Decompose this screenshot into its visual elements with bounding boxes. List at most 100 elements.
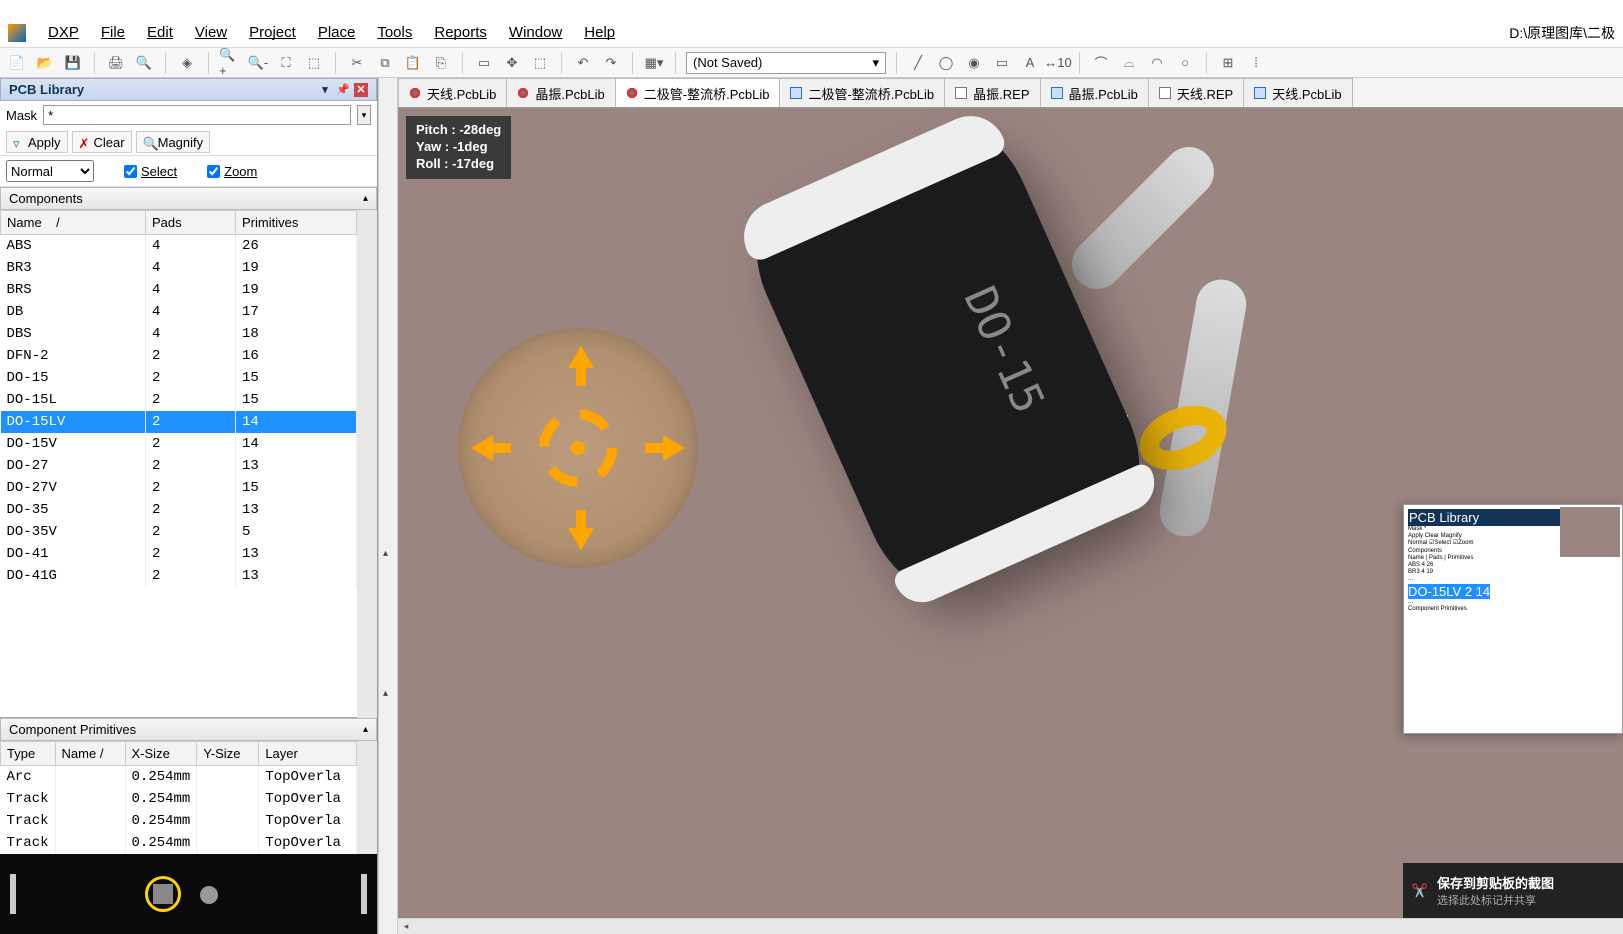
table-row[interactable]: ABS426 bbox=[1, 235, 357, 258]
apply-button[interactable]: ▿Apply bbox=[6, 131, 68, 153]
document-tab[interactable]: 晶振.REP bbox=[944, 78, 1040, 107]
new-icon[interactable]: 📄 bbox=[6, 52, 28, 74]
table-row[interactable]: DO-35V25 bbox=[1, 521, 357, 543]
col-pname[interactable]: Name / bbox=[55, 742, 125, 766]
menu-project[interactable]: Project bbox=[249, 24, 296, 41]
menu-tools[interactable]: Tools bbox=[377, 24, 412, 41]
undo-icon[interactable]: ↶ bbox=[572, 52, 594, 74]
snapshot-dropdown[interactable]: (Not Saved)▾ bbox=[686, 52, 886, 74]
menu-window[interactable]: Window bbox=[509, 24, 562, 41]
col-layer[interactable]: Layer bbox=[259, 742, 357, 766]
table-row[interactable]: DFN-2216 bbox=[1, 345, 357, 367]
table-row[interactable]: BR3419 bbox=[1, 257, 357, 279]
copy-icon[interactable]: ⧉ bbox=[374, 52, 396, 74]
document-tab[interactable]: 二极管-整流桥.PcbLib bbox=[779, 78, 945, 107]
deselect-icon[interactable]: ⬚ bbox=[529, 52, 551, 74]
col-xsize[interactable]: X-Size bbox=[125, 742, 197, 766]
orientation-hud: Pitch : -28deg Yaw : -1deg Roll : -17deg bbox=[406, 116, 511, 179]
3d-viewport[interactable]: Pitch : -28deg Yaw : -1deg Roll : -17deg bbox=[398, 108, 1623, 918]
circle-tool-icon[interactable]: ◯ bbox=[935, 52, 957, 74]
panel-close-icon[interactable]: ✕ bbox=[354, 83, 368, 97]
preview-icon[interactable]: 🔍 bbox=[133, 52, 155, 74]
save-icon[interactable]: 💾 bbox=[62, 52, 84, 74]
table-row[interactable]: DO-15215 bbox=[1, 367, 357, 389]
cut-icon[interactable]: ✂ bbox=[346, 52, 368, 74]
arc3-icon[interactable]: ◠ bbox=[1146, 52, 1168, 74]
line-tool-icon[interactable]: ╱ bbox=[907, 52, 929, 74]
table-row[interactable]: DO-15L215 bbox=[1, 389, 357, 411]
menu-edit[interactable]: Edit bbox=[147, 24, 173, 41]
menu-view[interactable]: View bbox=[195, 24, 227, 41]
menu-place[interactable]: Place bbox=[318, 24, 356, 41]
document-tab[interactable]: 晶振.PcbLib bbox=[1040, 78, 1149, 107]
select-checkbox[interactable]: Select bbox=[124, 164, 177, 179]
col-ysize[interactable]: Y-Size bbox=[197, 742, 259, 766]
table-row[interactable]: DO-41213 bbox=[1, 543, 357, 565]
table-row[interactable]: Track0.254mmTopOverla bbox=[1, 810, 357, 832]
cube-icon[interactable]: ◈ bbox=[176, 52, 198, 74]
menu-reports[interactable]: Reports bbox=[434, 24, 487, 41]
document-tab[interactable]: 晶振.PcbLib bbox=[506, 78, 615, 107]
panel-options-icon[interactable]: ▾ bbox=[318, 83, 332, 97]
menu-help[interactable]: Help bbox=[584, 24, 615, 41]
magnify-button[interactable]: 🔍Magnify bbox=[136, 131, 211, 153]
zoom-selected-icon[interactable]: ⬚ bbox=[303, 52, 325, 74]
zoom-in-icon[interactable]: 🔍+ bbox=[219, 52, 241, 74]
menu-bar: DXP File Edit View Project Place Tools R… bbox=[0, 18, 1623, 48]
print-icon[interactable]: 🖨 bbox=[105, 52, 127, 74]
table-row[interactable]: Arc0.254mmTopOverla bbox=[1, 766, 357, 789]
mask-dropdown-icon[interactable]: ▾ bbox=[357, 105, 371, 125]
menu-dxp[interactable]: DXP bbox=[48, 24, 79, 41]
paste-icon[interactable]: 📋 bbox=[402, 52, 424, 74]
open-icon[interactable]: 📂 bbox=[34, 52, 56, 74]
grid-icon[interactable]: ▦▾ bbox=[643, 52, 665, 74]
table-row[interactable]: BRS419 bbox=[1, 279, 357, 301]
table-row[interactable]: DBS418 bbox=[1, 323, 357, 345]
table-row[interactable]: DO-15LV214 bbox=[1, 411, 357, 433]
stamp-icon[interactable]: ⎘ bbox=[430, 52, 452, 74]
document-tab[interactable]: 二极管-整流桥.PcbLib bbox=[615, 78, 781, 107]
table-row[interactable]: Track0.254mmTopOverla bbox=[1, 788, 357, 810]
text-tool-icon[interactable]: A bbox=[1019, 52, 1041, 74]
table-row[interactable]: DO-15V214 bbox=[1, 433, 357, 455]
col-primitives[interactable]: Primitives bbox=[236, 211, 357, 235]
array-icon[interactable]: ⊞ bbox=[1217, 52, 1239, 74]
table-row[interactable]: DB417 bbox=[1, 301, 357, 323]
redo-icon[interactable]: ↷ bbox=[600, 52, 622, 74]
table-row[interactable]: DO-35213 bbox=[1, 499, 357, 521]
dimension-icon[interactable]: ↔10 bbox=[1047, 52, 1069, 74]
zoom-out-icon[interactable]: 🔍- bbox=[247, 52, 269, 74]
rect-tool-icon[interactable]: ▭ bbox=[991, 52, 1013, 74]
document-tab[interactable]: 天线.PcbLib bbox=[1243, 78, 1352, 107]
arc1-icon[interactable]: ⌒ bbox=[1090, 52, 1112, 74]
horizontal-scrollbar[interactable]: ◂ bbox=[398, 918, 1623, 934]
zoom-checkbox[interactable]: Zoom bbox=[207, 164, 257, 179]
menu-file[interactable]: File bbox=[101, 24, 125, 41]
mask-input[interactable] bbox=[43, 105, 351, 125]
clear-button[interactable]: ✗Clear bbox=[72, 131, 132, 153]
col-pads[interactable]: Pads bbox=[146, 211, 236, 235]
components-scrollbar[interactable] bbox=[357, 210, 377, 718]
mode-select[interactable]: Normal bbox=[6, 160, 94, 182]
col-name[interactable]: Name / bbox=[1, 211, 146, 235]
primitives-scrollbar[interactable] bbox=[357, 741, 377, 854]
move-icon[interactable]: ✥ bbox=[501, 52, 523, 74]
document-tab[interactable]: 天线.PcbLib bbox=[398, 78, 507, 107]
footprint-preview[interactable] bbox=[0, 854, 377, 934]
select-icon[interactable]: ▭ bbox=[473, 52, 495, 74]
panel-pin-icon[interactable]: 📌 bbox=[336, 83, 350, 97]
table-row[interactable]: DO-27213 bbox=[1, 455, 357, 477]
document-tab[interactable]: 天线.REP bbox=[1148, 78, 1244, 107]
solid-circle-icon[interactable]: ◉ bbox=[963, 52, 985, 74]
full-circle-icon[interactable]: ○ bbox=[1174, 52, 1196, 74]
nav-compass-icon[interactable] bbox=[458, 328, 698, 568]
snip-notification[interactable]: ✂️ 保存到剪贴板的截图 选择此处标记并共享 bbox=[1403, 863, 1623, 918]
arc2-icon[interactable]: ⌓ bbox=[1118, 52, 1140, 74]
dots-icon[interactable]: ⁞ bbox=[1245, 52, 1267, 74]
panel-grip[interactable]: ▴ ▴ bbox=[378, 78, 398, 934]
table-row[interactable]: Track0.254mmTopOverla bbox=[1, 832, 357, 854]
table-row[interactable]: DO-27V215 bbox=[1, 477, 357, 499]
zoom-fit-icon[interactable]: ⛶ bbox=[275, 52, 297, 74]
table-row[interactable]: DO-41G213 bbox=[1, 565, 357, 587]
col-type[interactable]: Type bbox=[1, 742, 56, 766]
